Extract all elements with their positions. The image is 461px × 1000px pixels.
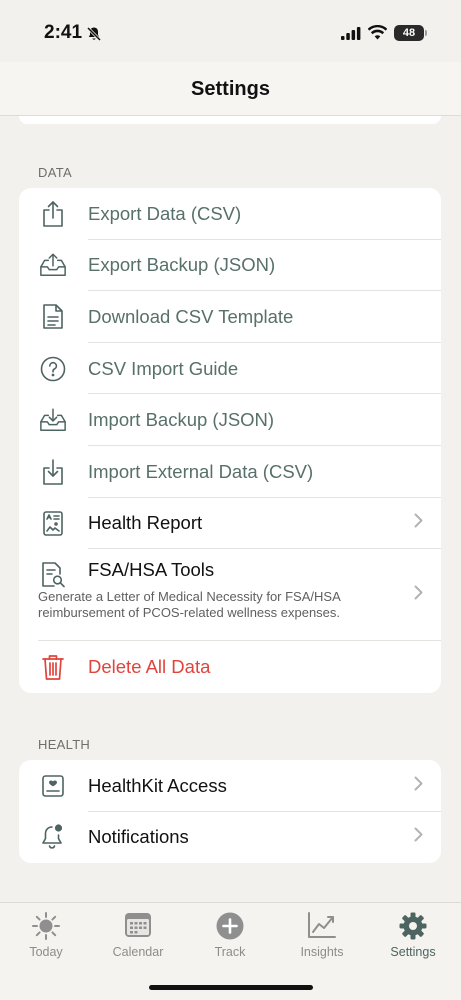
bell-badge-icon bbox=[39, 823, 67, 851]
fsa-hsa-tools-row[interactable]: FSA/HSA Tools Generate a Letter of Medic… bbox=[19, 549, 441, 642]
navigation-bar: Settings bbox=[0, 62, 461, 116]
import-backup-label: Import Backup (JSON) bbox=[88, 409, 275, 431]
data-section-header: DATA bbox=[38, 165, 72, 180]
tab-label: Track bbox=[214, 945, 246, 959]
previous-section-card bbox=[19, 116, 441, 124]
page-title: Settings bbox=[191, 78, 270, 100]
csv-import-guide-row[interactable]: CSV Import Guide bbox=[19, 343, 441, 395]
cellular-signal-icon bbox=[341, 27, 361, 45]
healthkit-access-row[interactable]: HealthKit Access bbox=[19, 760, 441, 812]
tab-insights[interactable]: Insights bbox=[282, 911, 362, 965]
health-report-label: Health Report bbox=[88, 512, 203, 534]
import-backup-row[interactable]: Import Backup (JSON) bbox=[19, 394, 441, 446]
box-download-icon bbox=[39, 458, 67, 486]
share-upload-icon bbox=[39, 200, 67, 228]
document-search-icon bbox=[39, 561, 67, 589]
download-template-label: Download CSV Template bbox=[88, 305, 294, 327]
healthkit-access-label: HealthKit Access bbox=[88, 774, 227, 796]
tray-download-icon bbox=[39, 406, 67, 434]
delete-all-data-row[interactable]: Delete All Data bbox=[19, 641, 441, 693]
tab-label: Insights bbox=[300, 945, 344, 959]
tab-settings[interactable]: Settings bbox=[373, 911, 453, 965]
export-backup-label: Export Backup (JSON) bbox=[88, 254, 276, 276]
fsa-hsa-tools-label: FSA/HSA Tools bbox=[88, 559, 215, 581]
export-csv-row[interactable]: Export Data (CSV) bbox=[19, 188, 441, 240]
download-template-row[interactable]: Download CSV Template bbox=[19, 291, 441, 343]
calendar-icon bbox=[123, 911, 153, 944]
tab-label: Today bbox=[29, 945, 63, 959]
import-external-label: Import External Data (CSV) bbox=[88, 460, 314, 482]
health-section-card: HealthKit Access Notifications bbox=[19, 760, 441, 864]
home-indicator bbox=[149, 985, 313, 990]
wifi-icon bbox=[367, 24, 388, 45]
chevron-right-icon bbox=[414, 513, 423, 533]
gear-icon bbox=[398, 911, 428, 946]
tab-track[interactable]: Track bbox=[190, 911, 270, 965]
trash-icon bbox=[39, 653, 67, 681]
chevron-right-icon bbox=[414, 776, 423, 796]
health-report-row[interactable]: Health Report bbox=[19, 498, 441, 550]
health-section-header: HEALTH bbox=[38, 737, 91, 752]
delete-all-data-label: Delete All Data bbox=[88, 655, 211, 677]
plus-circle-icon bbox=[215, 911, 245, 946]
export-backup-row[interactable]: Export Backup (JSON) bbox=[19, 240, 441, 292]
status-bar: 2:41 48 bbox=[0, 0, 461, 62]
chart-line-icon bbox=[307, 911, 337, 944]
chevron-right-icon bbox=[414, 585, 423, 605]
sun-icon bbox=[31, 911, 61, 946]
report-document-icon bbox=[39, 509, 67, 537]
csv-import-guide-label: CSV Import Guide bbox=[88, 357, 239, 379]
question-circle-icon bbox=[39, 355, 67, 383]
battery-icon: 48 bbox=[394, 25, 424, 41]
tray-upload-icon bbox=[39, 251, 67, 279]
tab-label: Calendar bbox=[112, 945, 164, 959]
document-icon bbox=[39, 303, 67, 331]
notifications-label: Notifications bbox=[88, 826, 189, 848]
bell-slash-icon bbox=[86, 26, 102, 47]
health-card-icon bbox=[39, 772, 67, 800]
tab-calendar[interactable]: Calendar bbox=[98, 911, 178, 965]
tab-label: Settings bbox=[390, 945, 436, 959]
chevron-right-icon bbox=[414, 827, 423, 847]
export-csv-label: Export Data (CSV) bbox=[88, 202, 242, 224]
import-external-row[interactable]: Import External Data (CSV) bbox=[19, 446, 441, 498]
data-section-card: Export Data (CSV) Export Backup (JSON) D… bbox=[19, 188, 441, 693]
status-time: 2:41 bbox=[44, 22, 83, 43]
fsa-hsa-tools-description: Generate a Letter of Medical Necessity f… bbox=[38, 589, 341, 621]
notifications-row[interactable]: Notifications bbox=[19, 812, 441, 864]
tab-today[interactable]: Today bbox=[6, 911, 86, 965]
battery-cap bbox=[425, 30, 427, 36]
